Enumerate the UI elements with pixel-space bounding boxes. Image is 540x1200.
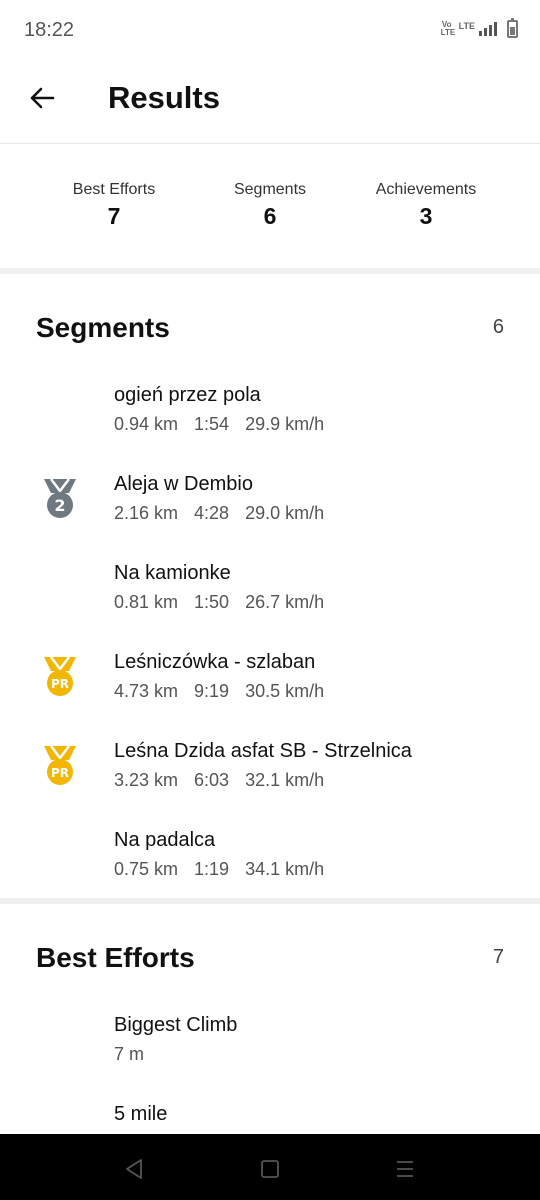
status-bar: 18:22 Vo LTE LTE xyxy=(0,0,540,60)
section-count: 6 xyxy=(492,316,504,338)
segment-distance: 3.23 km xyxy=(114,770,179,790)
stat-label: Best Efforts xyxy=(72,181,156,198)
segment-distance: 0.94 km xyxy=(114,414,179,434)
segment-speed: 34.1 km/h xyxy=(245,859,325,879)
segment-speed: 29.9 km/h xyxy=(245,414,325,434)
segment-name: Na padalca xyxy=(114,829,216,851)
segment-time: 1:19 xyxy=(194,859,230,879)
arrow-left-icon xyxy=(30,87,55,109)
app-bar: Results xyxy=(0,60,540,144)
segment-stats: 0.94 km 1:54 29.9 km/h xyxy=(114,414,340,435)
segments-header: Segments 6 xyxy=(36,312,506,352)
segment-name: Na kamionke xyxy=(114,562,231,584)
section-title: Best Efforts xyxy=(36,942,195,973)
back-button[interactable] xyxy=(22,78,62,118)
pr-label: PR xyxy=(51,677,69,691)
volte-indicator: Vo LTE xyxy=(440,20,456,37)
segment-distance: 4.73 km xyxy=(114,681,179,701)
segment-stats: 4.73 km 9:19 30.5 km/h xyxy=(114,681,340,702)
section-count: 7 xyxy=(492,946,504,968)
home-square-icon[interactable] xyxy=(255,1154,285,1184)
segment-stats: 2.16 km 4:28 29.0 km/h xyxy=(114,503,340,524)
stat-best-efforts[interactable]: Best Efforts 7 xyxy=(24,181,204,230)
stat-label: Segments xyxy=(233,181,307,198)
best-effort-row[interactable]: Biggest Climb 7 m xyxy=(0,1014,540,1102)
segment-stats: 3.23 km 6:03 32.1 km/h xyxy=(114,770,340,791)
stat-label: Achievements xyxy=(375,181,477,198)
menu-lines-icon[interactable] xyxy=(390,1154,420,1184)
segment-speed: 30.5 km/h xyxy=(245,681,325,701)
status-time: 18:22 xyxy=(24,19,75,41)
segment-speed: 29.0 km/h xyxy=(245,503,325,523)
segment-stats: 0.81 km 1:50 26.7 km/h xyxy=(114,592,340,613)
back-triangle-icon[interactable] xyxy=(119,1154,149,1184)
medal-rank: 2 xyxy=(54,496,65,515)
best-effort-name: Biggest Climb xyxy=(114,1014,238,1036)
segment-time: 6:03 xyxy=(194,770,230,790)
segment-row[interactable]: 2 Aleja w Dembio 2.16 km 4:28 29.0 km/h xyxy=(0,473,540,561)
segment-name: Leśna Dzida asfat SB - Strzelnica xyxy=(114,740,412,762)
segment-time: 1:50 xyxy=(194,592,230,612)
segment-time: 1:54 xyxy=(194,414,230,434)
segment-speed: 32.1 km/h xyxy=(245,770,325,790)
summary-stats: Best Efforts 7 Segments 6 Achievements 3 xyxy=(0,145,540,269)
segment-distance: 2.16 km xyxy=(114,503,179,523)
signal-icon xyxy=(479,22,497,36)
segment-time: 4:28 xyxy=(194,503,230,523)
status-icons: Vo LTE LTE xyxy=(440,18,518,38)
lte-indicator: LTE xyxy=(458,21,475,31)
segment-speed: 26.7 km/h xyxy=(245,592,325,612)
section-divider xyxy=(0,898,540,904)
section-title: Segments xyxy=(36,312,170,343)
stat-value: 6 xyxy=(263,203,277,229)
segment-stats: 0.75 km 1:19 34.1 km/h xyxy=(114,859,340,880)
section-divider xyxy=(0,268,540,274)
pr-label: PR xyxy=(51,766,69,780)
segment-name: ogień przez pola xyxy=(114,384,261,406)
page-title: Results xyxy=(108,80,220,115)
stat-achievements[interactable]: Achievements 3 xyxy=(336,181,516,230)
stat-value: 7 xyxy=(107,203,121,229)
best-efforts-header: Best Efforts 7 xyxy=(36,942,506,982)
segment-row[interactable]: PR Leśna Dzida asfat SB - Strzelnica 3.2… xyxy=(0,740,540,828)
medal-icon: 2 xyxy=(44,478,76,518)
segment-row[interactable]: Na kamionke 0.81 km 1:50 26.7 km/h xyxy=(0,562,540,650)
segment-row[interactable]: PR Leśniczówka - szlaban 4.73 km 9:19 30.5… xyxy=(0,651,540,739)
segment-name: Leśniczówka - szlaban xyxy=(114,651,316,673)
stat-value: 3 xyxy=(419,203,433,229)
system-nav-bar xyxy=(0,1134,540,1200)
battery-icon xyxy=(507,18,518,38)
segment-row[interactable]: ogień przez pola 0.94 km 1:54 29.9 km/h xyxy=(0,384,540,472)
pr-medal-icon: PR xyxy=(44,745,76,785)
best-effort-row[interactable]: 5 mile xyxy=(0,1103,540,1134)
segment-distance: 0.81 km xyxy=(114,592,179,612)
best-effort-value: 7 m xyxy=(114,1044,145,1064)
segment-distance: 0.75 km xyxy=(114,859,179,879)
segment-time: 9:19 xyxy=(194,681,230,701)
pr-medal-icon: PR xyxy=(44,656,76,696)
stat-segments[interactable]: Segments 6 xyxy=(180,181,360,230)
best-effort-name: 5 mile xyxy=(114,1103,168,1125)
segment-name: Aleja w Dembio xyxy=(114,473,253,495)
